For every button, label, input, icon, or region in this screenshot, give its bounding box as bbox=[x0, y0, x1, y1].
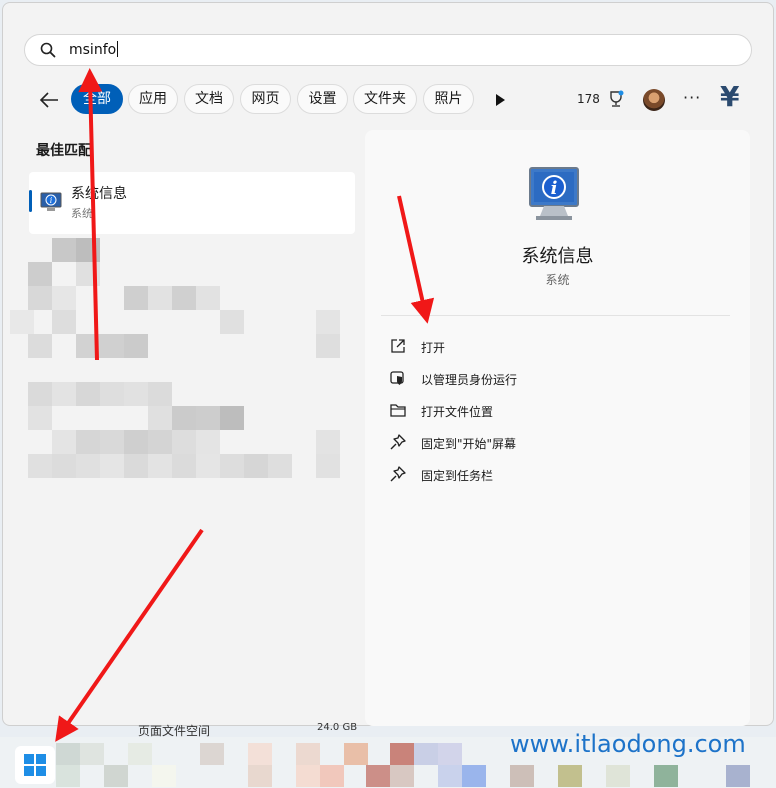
divider bbox=[381, 315, 730, 316]
tab-folders[interactable]: 文件夹 bbox=[353, 84, 417, 114]
system-info-icon: i bbox=[529, 167, 579, 220]
tab-documents[interactable]: 文档 bbox=[184, 84, 234, 114]
filter-tabs: 全部 应用 文档 网页 设置 文件夹 照片 178 ··· ¥ bbox=[0, 80, 776, 116]
shield-icon bbox=[390, 371, 404, 385]
system-info-icon: i bbox=[40, 192, 62, 211]
open-external-icon bbox=[391, 339, 405, 353]
svg-text:i: i bbox=[50, 196, 53, 205]
pin-icon bbox=[390, 466, 406, 482]
back-arrow-icon[interactable] bbox=[38, 90, 62, 110]
tab-apps[interactable]: 应用 bbox=[128, 84, 178, 114]
selection-indicator bbox=[29, 190, 32, 212]
avatar[interactable] bbox=[643, 89, 665, 111]
best-match-result[interactable]: i 系统信息 系统 bbox=[29, 172, 355, 234]
trophy-icon[interactable] bbox=[606, 89, 626, 109]
folder-icon bbox=[390, 404, 406, 417]
more-icon[interactable]: ··· bbox=[683, 88, 701, 107]
background-window-size: 24.0 GB bbox=[317, 722, 358, 733]
tab-all[interactable]: 全部 bbox=[71, 84, 123, 114]
detail-pane: i 系统信息 系统 打开 以管理员身份运行 打开文件位置 固定到"开始"屏幕 固… bbox=[365, 130, 750, 726]
result-name: 系统信息 bbox=[71, 186, 127, 202]
detail-app-name: 系统信息 bbox=[521, 246, 594, 267]
start-button[interactable] bbox=[15, 746, 55, 784]
search-icon bbox=[40, 42, 56, 58]
logo: ¥ bbox=[720, 80, 740, 113]
blurred-results bbox=[10, 238, 355, 478]
play-icon[interactable] bbox=[496, 94, 505, 106]
pin-icon bbox=[390, 434, 406, 450]
points-count: 178 bbox=[577, 92, 600, 106]
search-box[interactable]: msinfo bbox=[24, 34, 752, 66]
svg-text:i: i bbox=[551, 178, 558, 199]
search-input[interactable]: msinfo bbox=[69, 41, 119, 58]
tab-settings[interactable]: 设置 bbox=[297, 84, 348, 114]
watermark: www.itlaodong.com bbox=[510, 730, 746, 758]
tab-photos[interactable]: 照片 bbox=[423, 84, 474, 114]
result-type: 系统 bbox=[71, 207, 93, 220]
detail-app-type: 系统 bbox=[545, 273, 570, 287]
tab-web[interactable]: 网页 bbox=[240, 84, 291, 114]
best-match-heading: 最佳匹配 bbox=[36, 143, 92, 159]
